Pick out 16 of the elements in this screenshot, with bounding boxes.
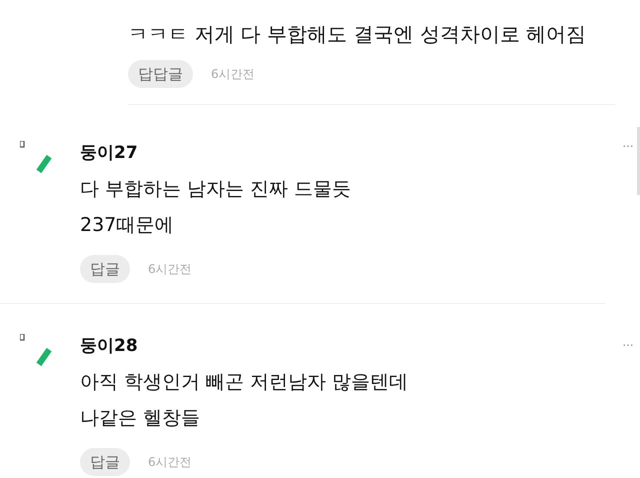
author-name: 둥이27 bbox=[80, 142, 139, 165]
comment-text: ㅋㅋㅌ 저게 다 부합해도 결국엔 성격차이로 헤어짐 bbox=[128, 21, 588, 48]
reply-button[interactable]: 답글 bbox=[80, 255, 130, 283]
comment-text: 다 부합하는 남자는 진짜 드물듯 bbox=[80, 177, 352, 202]
comment-text: 237때문에 bbox=[80, 213, 174, 238]
timestamp: 6시간전 bbox=[211, 66, 255, 82]
timestamp: 6시간전 bbox=[148, 454, 192, 470]
more-menu-button[interactable]: ··· bbox=[622, 137, 633, 153]
scrollbar bbox=[637, 127, 640, 195]
comment-text: 나같은 헬창들 bbox=[80, 406, 202, 431]
reply-button[interactable]: 답글 bbox=[80, 448, 130, 476]
author-name: 둥이28 bbox=[80, 335, 139, 358]
timestamp: 6시간전 bbox=[148, 260, 192, 278]
reply-button[interactable]: 답답글 bbox=[128, 60, 193, 88]
comment-text: 아직 학생인거 빼곤 저런남자 많을텐데 bbox=[80, 370, 408, 395]
more-menu-button[interactable]: ··· bbox=[622, 336, 633, 352]
